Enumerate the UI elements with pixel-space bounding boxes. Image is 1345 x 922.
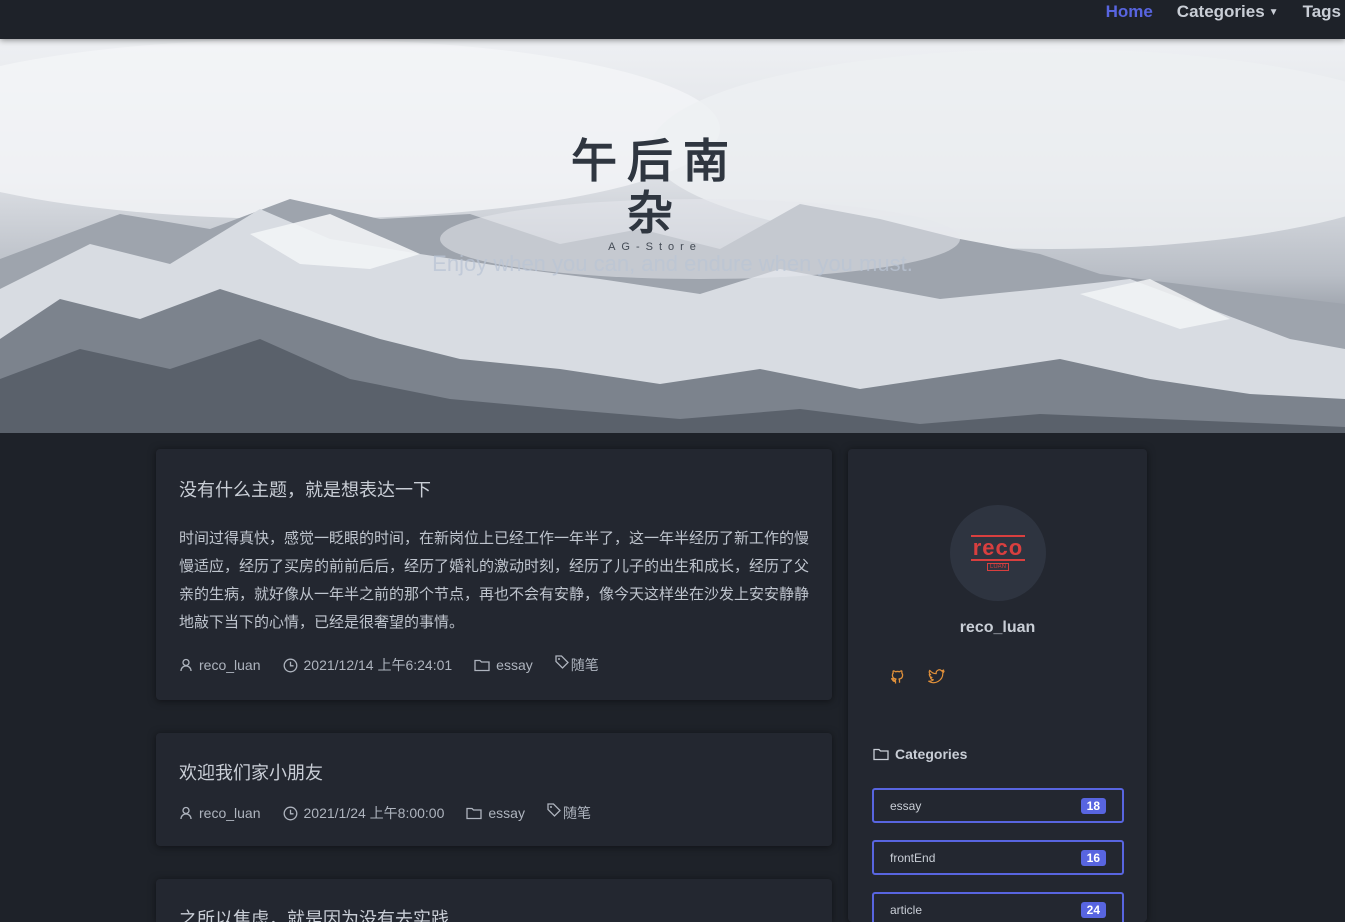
category-name: essay (890, 798, 922, 813)
github-icon[interactable] (890, 669, 906, 685)
tag-icon (547, 803, 561, 817)
post-author: reco_luan (179, 657, 261, 673)
categories-heading: Categories (873, 746, 967, 762)
post-category-link[interactable]: essay (474, 657, 533, 673)
post-card: 欢迎我们家小朋友 reco_luan 2021/1/24 上午8:00:00 e… (156, 733, 832, 846)
post-card: 之所以焦虑，就是因为没有去实践 (156, 879, 832, 922)
category-name: article (890, 902, 923, 917)
post-title[interactable]: 之所以焦虑，就是因为没有去实践 (179, 905, 449, 922)
clock-icon (283, 658, 297, 672)
nav-categories-label: Categories (1176, 2, 1265, 21)
user-icon (180, 806, 192, 820)
folder-icon (466, 807, 483, 820)
logo-text: 午后南杂 (571, 134, 739, 240)
nav-categories-dropdown[interactable]: Categories ▼ (1177, 2, 1279, 22)
hero-tagline: Enjoy when you can, and endure when you … (432, 251, 913, 276)
folder-icon (474, 659, 490, 672)
top-navbar: Home Categories ▼ Tags (0, 0, 1345, 39)
post-tag-link[interactable]: 随笔 (555, 649, 599, 675)
site-logo: 午后南杂 AG-Store (548, 135, 762, 253)
post-meta: reco_luan 2021/12/14 上午6:24:01 essay 随笔 (179, 655, 621, 675)
avatar: reco LUAN (950, 505, 1046, 601)
post-category-link[interactable]: essay (466, 805, 525, 821)
twitter-icon[interactable] (928, 669, 945, 685)
post-card: 没有什么主题，就是想表达一下 时间过得真快，感觉一眨眼的时间，在新岗位上已经工作… (156, 449, 832, 700)
categories-heading-text: Categories (895, 746, 968, 762)
avatar-logo-text: reco (970, 535, 1026, 561)
folder-icon (873, 748, 889, 761)
post-date: 2021/1/24 上午8:00:00 (283, 803, 445, 823)
post-tag-name: 随笔 (570, 657, 599, 673)
category-count-badge: 18 (1080, 797, 1106, 814)
post-author-name: reco_luan (199, 805, 261, 821)
category-count-badge: 16 (1080, 849, 1106, 866)
category-item-essay[interactable]: essay 18 (872, 788, 1124, 823)
post-author: reco_luan (179, 805, 261, 821)
category-name: frontEnd (890, 850, 936, 865)
category-count-badge: 24 (1080, 901, 1106, 918)
post-category-name: essay (496, 657, 533, 673)
author-name: reco_luan (959, 619, 1036, 636)
chevron-down-icon: ▼ (1268, 6, 1279, 18)
post-date: 2021/12/14 上午6:24:01 (283, 655, 453, 675)
category-item-frontend[interactable]: frontEnd 16 (872, 840, 1124, 875)
post-date-text: 2021/1/24 上午8:00:00 (303, 805, 445, 821)
post-meta: reco_luan 2021/1/24 上午8:00:00 essay 随笔 (179, 803, 613, 823)
avatar-logo-subtext: LUAN (986, 563, 1009, 571)
post-excerpt: 时间过得真快，感觉一眨眼的时间，在新岗位上已经工作一年半了，这一年半经历了新工作… (179, 530, 810, 631)
post-title[interactable]: 没有什么主题，就是想表达一下 (179, 476, 431, 502)
hero-banner: 午后南杂 AG-Store Enjoy when you can, and en… (0, 39, 1345, 433)
user-icon (180, 658, 192, 672)
post-category-name: essay (488, 805, 525, 821)
post-tag-link[interactable]: 随笔 (547, 797, 591, 823)
category-item-article[interactable]: article 24 (872, 892, 1124, 922)
post-author-name: reco_luan (199, 657, 261, 673)
social-links (890, 669, 945, 685)
nav-links: Home Categories ▼ Tags (1106, 2, 1341, 22)
tag-icon (555, 655, 569, 669)
clock-icon (283, 806, 297, 820)
post-tag-name: 随笔 (562, 805, 591, 821)
author-sidebar: reco LUAN reco_luan Categories essay 18 … (848, 449, 1147, 922)
post-date-text: 2021/12/14 上午6:24:01 (303, 657, 453, 673)
nav-tags-link[interactable]: Tags (1303, 2, 1341, 22)
post-title[interactable]: 欢迎我们家小朋友 (179, 759, 323, 785)
nav-home-link[interactable]: Home (1106, 2, 1153, 22)
